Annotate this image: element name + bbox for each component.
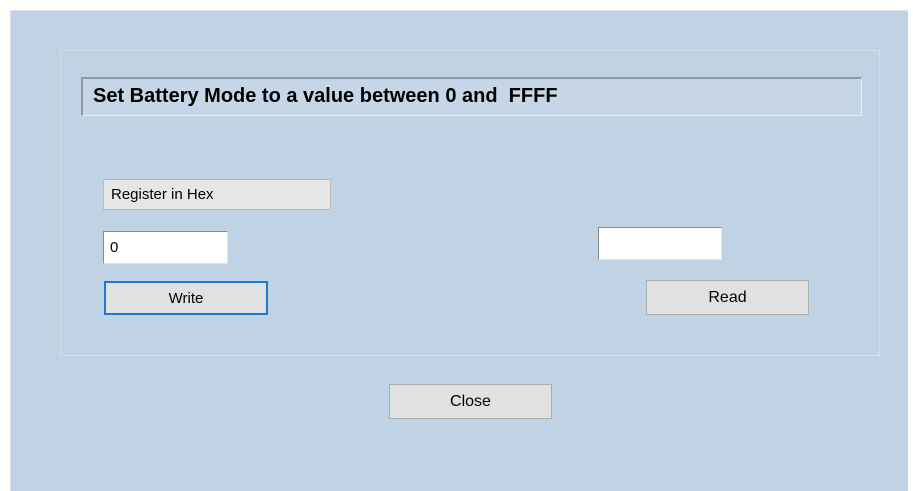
read-button[interactable]: Read [646,280,809,315]
register-hex-input[interactable] [103,231,228,264]
read-value-field[interactable] [598,227,722,260]
register-label: Register in Hex [103,179,331,210]
write-button[interactable]: Write [104,281,268,315]
battery-mode-dialog: Set Battery Mode to a value between 0 an… [10,10,908,491]
instruction-title: Set Battery Mode to a value between 0 an… [81,77,862,116]
close-button[interactable]: Close [389,384,552,419]
register-group-panel: Set Battery Mode to a value between 0 an… [60,50,880,356]
